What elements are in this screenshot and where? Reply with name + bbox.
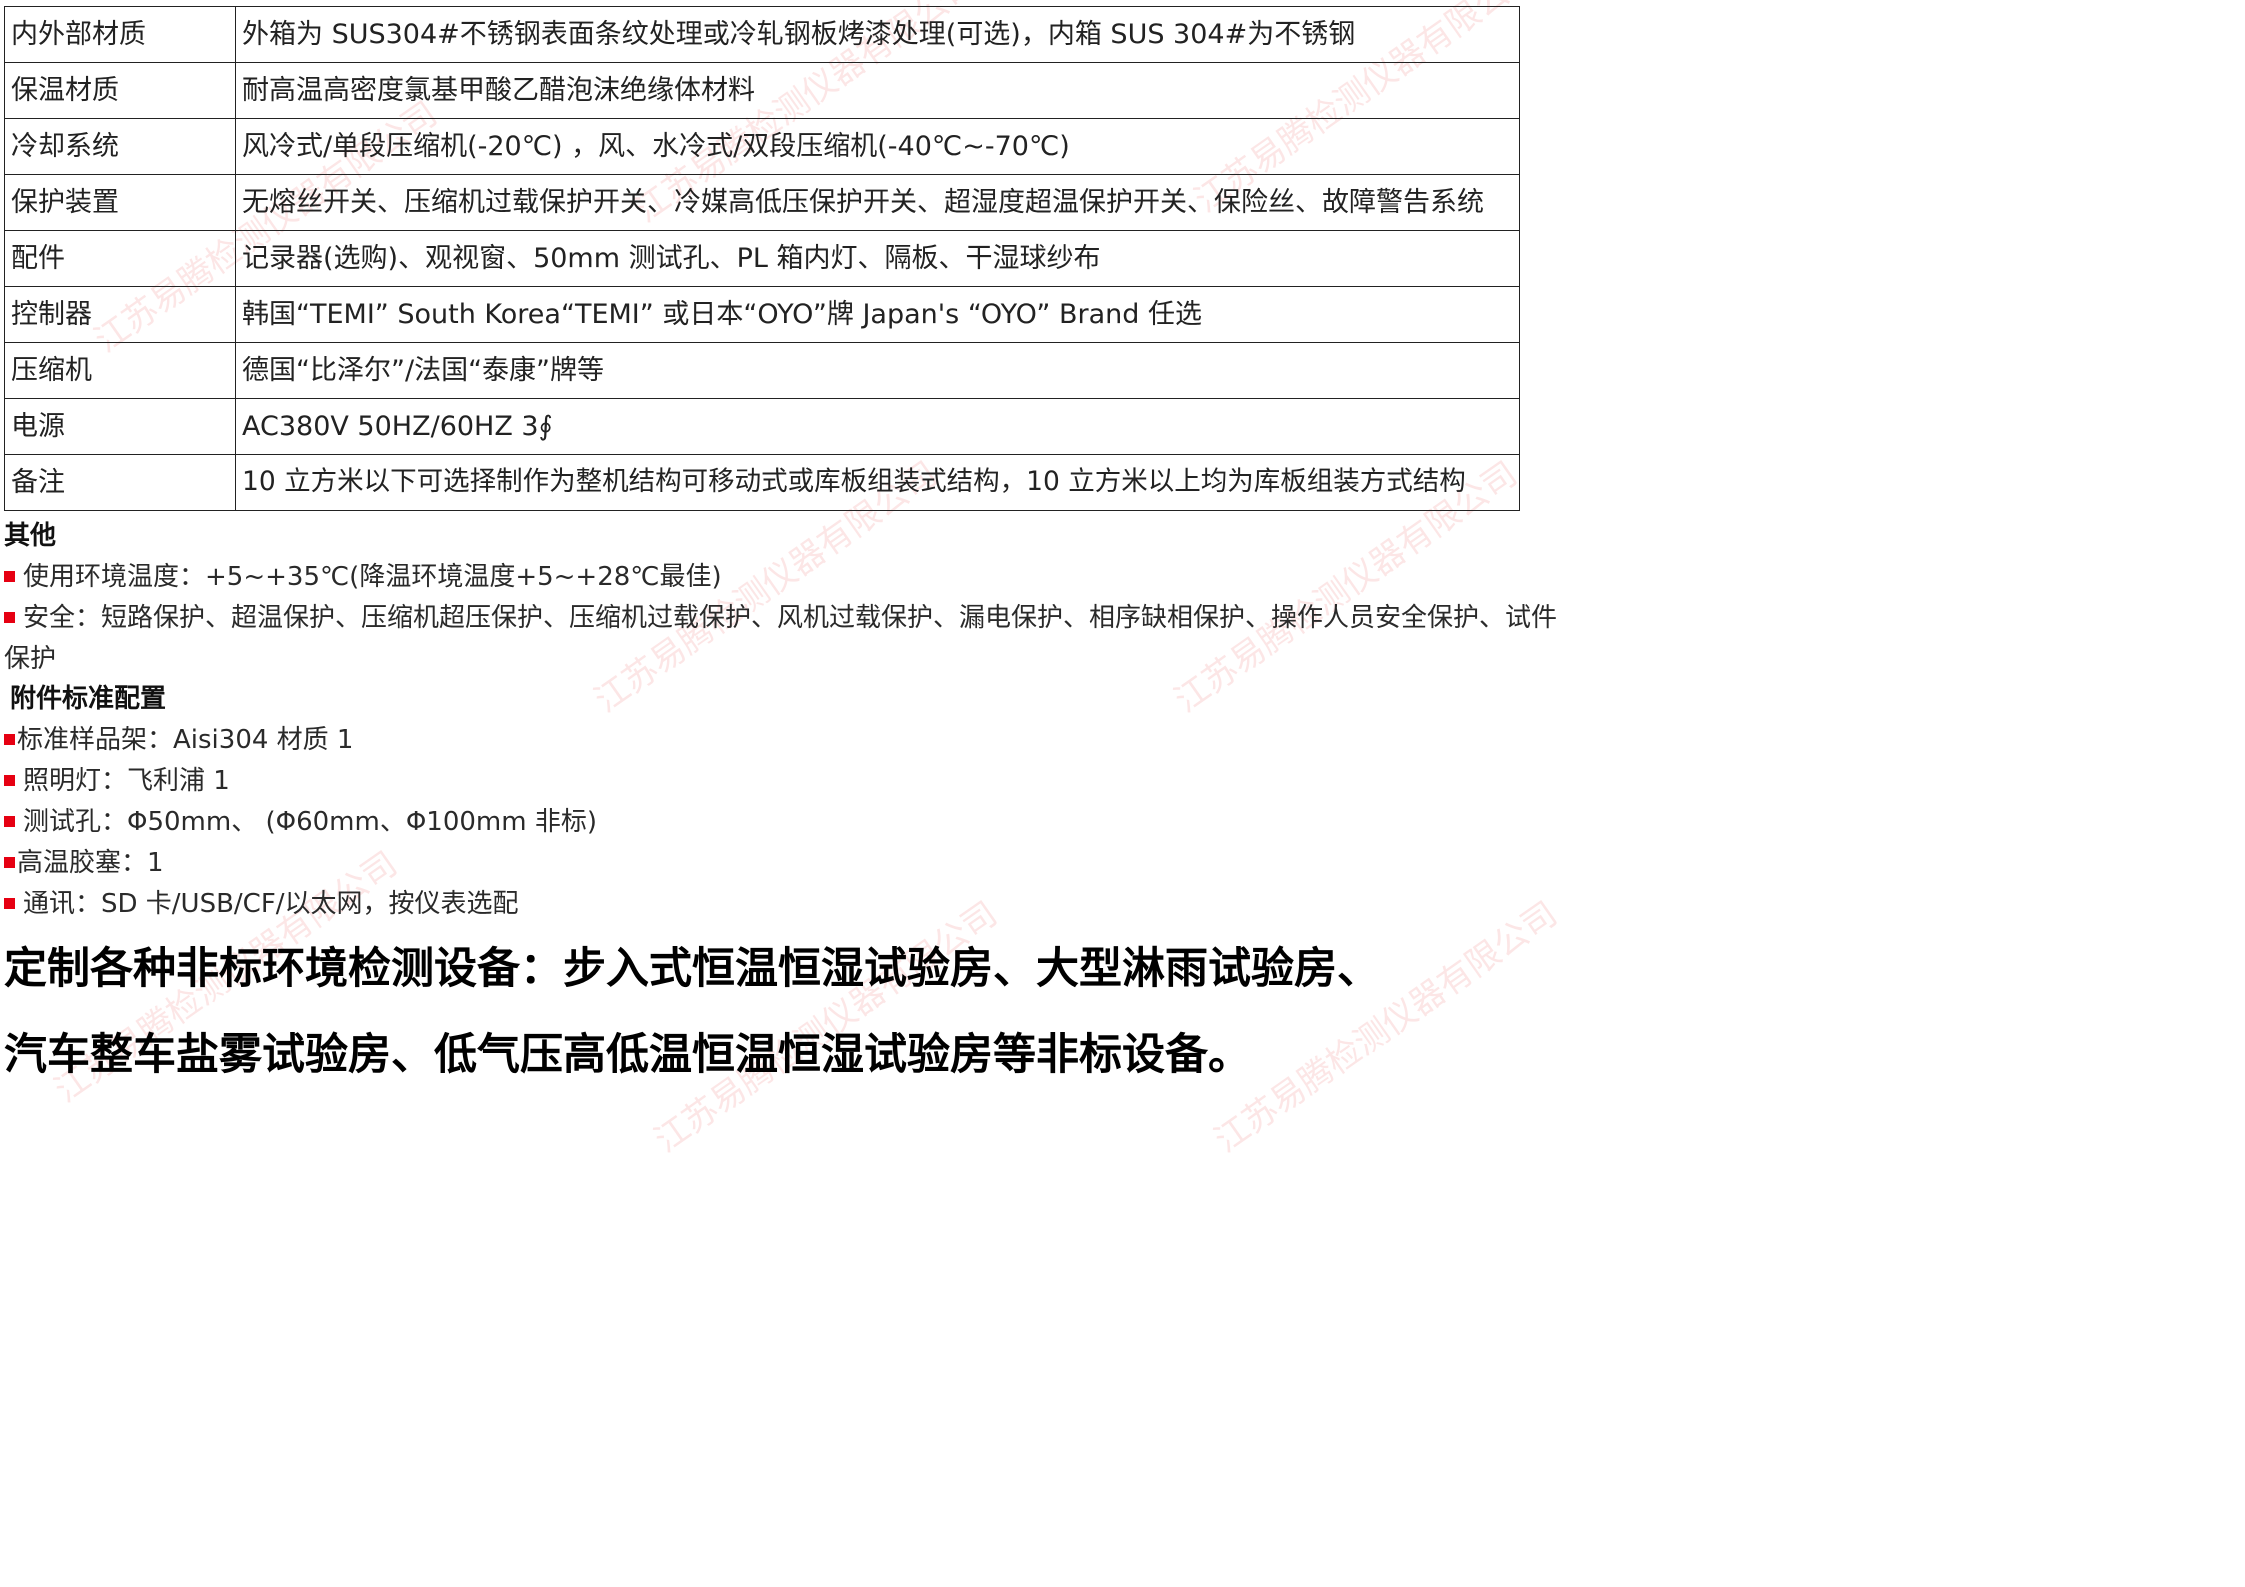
- list-item: 安全：短路保护、超温保护、压缩机超压保护、压缩机过载保护、风机过载保护、漏电保护…: [4, 598, 1564, 680]
- bullet-icon: [4, 571, 15, 582]
- list-item-text: 通讯：SD 卡/USB/CF/以太网，按仪表选配: [23, 889, 519, 919]
- banner-line-1: 定制各种非标环境检测设备：步入式恒温恒湿试验房、大型淋雨试验房、: [4, 944, 1380, 994]
- spec-label: 保护装置: [4, 174, 236, 231]
- spec-value: 韩国“TEMI” South Korea“TEMI” 或日本“OYO”牌 Jap…: [235, 286, 1520, 343]
- spec-label: 冷却系统: [4, 118, 236, 175]
- section-heading: 附件标准配置: [10, 684, 167, 714]
- spec-row-insulation: 保温材质 耐高温高密度氯基甲酸乙醋泡沫绝缘体材料: [4, 62, 1520, 119]
- bullet-icon: [4, 816, 15, 827]
- spec-row-protection: 保护装置 无熔丝开关、压缩机过载保护开关、冷媒高低压保护开关、超湿度超温保护开关…: [4, 174, 1520, 231]
- spec-row-cooling: 冷却系统 风冷式/单段压缩机(-20℃) ，风、水冷式/双段压缩机(-40℃~-…: [4, 118, 1520, 175]
- other-section: 其他 使用环境温度：+5~+35℃(降温环境温度+5~+28℃最佳) 安全：短路…: [4, 516, 1564, 680]
- list-item-text: 高温胶塞：1: [17, 848, 164, 878]
- spec-row-accessories: 配件 记录器(选购)、观视窗、50mm 测试孔、PL 箱内灯、隔板、干湿球纱布: [4, 230, 1520, 287]
- spec-value: 风冷式/单段压缩机(-20℃) ，风、水冷式/双段压缩机(-40℃~-70℃): [235, 118, 1520, 175]
- spec-label: 内外部材质: [4, 6, 236, 63]
- spec-value: AC380V 50HZ/60HZ 3∮: [235, 398, 1520, 455]
- spec-value: 无熔丝开关、压缩机过载保护开关、冷媒高低压保护开关、超湿度超温保护开关、保险丝、…: [235, 174, 1520, 231]
- spec-value: 耐高温高密度氯基甲酸乙醋泡沫绝缘体材料: [235, 62, 1520, 119]
- bullet-icon: [4, 775, 15, 786]
- spec-value: 10 立方米以下可选择制作为整机结构可移动式或库板组装式结构，10 立方米以上均…: [235, 454, 1520, 511]
- spec-row-controller: 控制器 韩国“TEMI” South Korea“TEMI” 或日本“OYO”牌…: [4, 286, 1520, 343]
- spec-table: 内外部材质 外箱为 SUS304#不锈钢表面条纹处理或冷轧钢板烤漆处理(可选)，…: [4, 6, 1520, 511]
- list-item-text: 测试孔：Φ50mm、 (Φ60mm、Φ100mm 非标): [23, 807, 597, 837]
- list-item: 高温胶塞：1: [4, 843, 1564, 884]
- accessories-section: 附件标准配置 标准样品架：Aisi304 材质 1 照明灯：飞利浦 1 测试孔：…: [4, 679, 1564, 925]
- list-item: 标准样品架：Aisi304 材质 1: [4, 720, 1564, 761]
- spec-value: 德国“比泽尔”/法国“泰康”牌等: [235, 342, 1520, 399]
- bullet-icon: [4, 734, 15, 745]
- spec-value: 记录器(选购)、观视窗、50mm 测试孔、PL 箱内灯、隔板、干湿球纱布: [235, 230, 1520, 287]
- bullet-icon: [4, 857, 15, 868]
- spec-label: 备注: [4, 454, 236, 511]
- spec-label: 控制器: [4, 286, 236, 343]
- list-item: 照明灯：飞利浦 1: [4, 761, 1564, 802]
- spec-row-remarks: 备注 10 立方米以下可选择制作为整机结构可移动式或库板组装式结构，10 立方米…: [4, 454, 1520, 511]
- bullet-icon: [4, 612, 15, 623]
- list-item-text: 使用环境温度：+5~+35℃(降温环境温度+5~+28℃最佳): [23, 562, 722, 592]
- spec-row-power: 电源 AC380V 50HZ/60HZ 3∮: [4, 398, 1520, 455]
- spec-value: 外箱为 SUS304#不锈钢表面条纹处理或冷轧钢板烤漆处理(可选)，内箱 SUS…: [235, 6, 1520, 63]
- bullet-icon: [4, 898, 15, 909]
- spec-label: 保温材质: [4, 62, 236, 119]
- list-item: 测试孔：Φ50mm、 (Φ60mm、Φ100mm 非标): [4, 802, 1564, 843]
- section-heading: 其他: [4, 521, 57, 551]
- list-item-text: 安全：短路保护、超温保护、压缩机超压保护、压缩机过载保护、风机过载保护、漏电保护…: [4, 603, 1558, 674]
- list-item: 通讯：SD 卡/USB/CF/以太网，按仪表选配: [4, 884, 1564, 925]
- list-item: 使用环境温度：+5~+35℃(降温环境温度+5~+28℃最佳): [4, 557, 1564, 598]
- spec-label: 电源: [4, 398, 236, 455]
- spec-row-material: 内外部材质 外箱为 SUS304#不锈钢表面条纹处理或冷轧钢板烤漆处理(可选)，…: [4, 6, 1520, 63]
- banner-line-2: 汽车整车盐雾试验房、低气压高低温恒温恒湿试验房等非标设备。: [4, 1030, 1251, 1080]
- spec-label: 压缩机: [4, 342, 236, 399]
- list-item-text: 标准样品架：Aisi304 材质 1: [17, 725, 354, 755]
- spec-row-compressor: 压缩机 德国“比泽尔”/法国“泰康”牌等: [4, 342, 1520, 399]
- spec-label: 配件: [4, 230, 236, 287]
- list-item-text: 照明灯：飞利浦 1: [23, 766, 230, 796]
